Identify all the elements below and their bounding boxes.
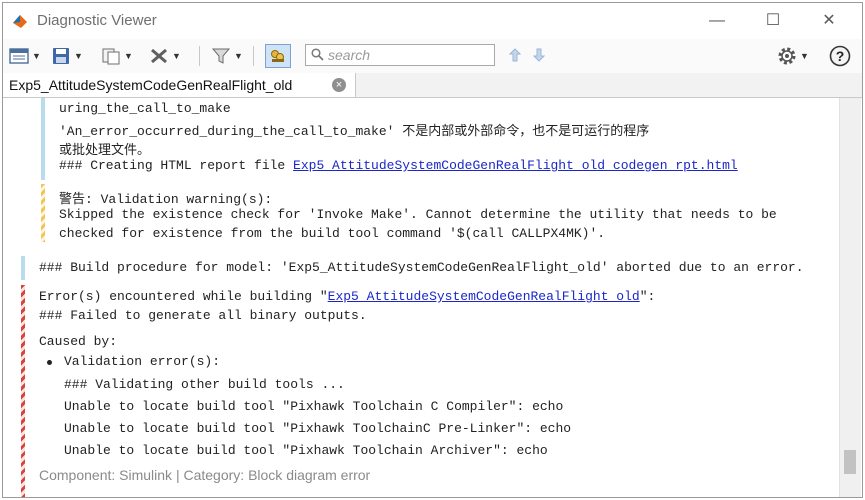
component-category-label: Component: Simulink | Category: Block di…	[39, 467, 371, 483]
validation-error-line: Validation error(s):	[64, 354, 221, 369]
tab-label: Exp5_AttitudeSystemCodeGenRealFlight_old	[9, 77, 293, 93]
title-bar: Diagnostic Viewer — ☐ ✕	[3, 3, 862, 39]
model-link[interactable]: Exp5_AttitudeSystemCodeGenRealFlight_old	[328, 289, 640, 304]
error-marker-bar	[21, 285, 25, 497]
scrollbar-thumb[interactable]	[844, 450, 856, 474]
save-icon	[53, 48, 69, 64]
help-label: ?	[836, 48, 845, 64]
chevron-down-icon: ▼	[32, 51, 41, 61]
info-marker-bar	[21, 256, 25, 280]
codegen-report-link[interactable]: Exp5_AttitudeSystemCodeGenRealFlight_old…	[293, 158, 738, 173]
warning-line: 警告: Validation warning(s):	[59, 192, 273, 207]
report-prefix: ### Creating HTML report file	[59, 158, 294, 173]
copy-menu-button[interactable]: ▼	[101, 45, 133, 67]
tab-close-icon[interactable]: ×	[332, 78, 346, 92]
search-icon	[311, 48, 324, 61]
view-menu-button[interactable]: ▼	[9, 45, 41, 67]
filter-menu-button[interactable]: ▼	[211, 45, 243, 67]
caused-by-label: Caused by:	[39, 334, 118, 349]
toolbar: ▼ ▼ ▼ ▼ ▼ search ▼ ?	[3, 39, 862, 73]
tab-strip: Exp5_AttitudeSystemCodeGenRealFlight_old…	[3, 73, 862, 98]
maximize-button[interactable]: ☐	[759, 9, 787, 33]
save-menu-button[interactable]: ▼	[51, 45, 83, 67]
up-arrow-icon[interactable]	[509, 48, 521, 62]
chevron-down-icon: ▼	[74, 51, 83, 61]
error-line: Error(s) encountered while building "Exp…	[39, 289, 655, 304]
vertical-scrollbar[interactable]	[839, 98, 861, 497]
clear-icon	[151, 48, 167, 64]
warning-marker-bar	[41, 184, 45, 242]
chevron-down-icon: ▼	[124, 51, 133, 61]
error-prefix: Error(s) encountered while building "	[39, 289, 328, 304]
error-line: ### Failed to generate all binary output…	[39, 308, 367, 323]
close-window-button[interactable]: ✕	[815, 9, 843, 33]
settings-icon	[778, 47, 796, 65]
error-suffix: ":	[639, 289, 656, 304]
warning-line: checked for existence from the build too…	[59, 226, 606, 241]
detail-line: Unable to locate build tool "Pixhawk Too…	[64, 399, 564, 414]
detail-line: Unable to locate build tool "Pixhawk Too…	[64, 421, 572, 436]
minimize-button[interactable]: —	[703, 9, 731, 33]
detail-line: Unable to locate build tool "Pixhawk Too…	[64, 443, 548, 458]
group-toggle-button[interactable]	[265, 44, 291, 68]
message-line: 'An_error_occurred_during_the_call_to_ma…	[59, 124, 650, 139]
clear-menu-button[interactable]: ▼	[149, 45, 181, 67]
window-title: Diagnostic Viewer	[37, 12, 157, 29]
search-box[interactable]	[305, 44, 495, 66]
toolbar-separator	[199, 46, 200, 66]
tab-exp5-model[interactable]: Exp5_AttitudeSystemCodeGenRealFlight_old…	[3, 73, 356, 97]
report-line: ### Creating HTML report file Exp5_Attit…	[59, 158, 738, 173]
chevron-down-icon: ▼	[172, 51, 181, 61]
warning-line: Skipped the existence check for 'Invoke …	[59, 207, 777, 222]
settings-menu-button[interactable]: ▼	[777, 45, 809, 67]
help-button[interactable]: ?	[829, 45, 851, 67]
filter-icon	[211, 48, 231, 64]
diagnostic-viewer-window: Diagnostic Viewer — ☐ ✕ ▼ ▼ ▼ ▼ ▼ search…	[2, 2, 863, 498]
down-arrow-icon[interactable]	[533, 48, 545, 62]
message-pane: uring_the_call_to_make 'An_error_occurre…	[3, 98, 839, 497]
bullet-icon	[47, 360, 52, 365]
search-input[interactable]	[328, 46, 488, 64]
chevron-down-icon: ▼	[234, 51, 243, 61]
help-icon: ?	[829, 45, 851, 67]
message-line: uring_the_call_to_make	[59, 101, 231, 116]
chevron-down-icon: ▼	[800, 51, 809, 61]
copy-icon	[102, 48, 120, 65]
info-marker-bar	[41, 98, 45, 180]
build-procedure-line: ### Build procedure for model: 'Exp5_Att…	[39, 260, 804, 275]
toolbar-separator	[253, 46, 254, 66]
detail-line: ### Validating other build tools ...	[64, 377, 345, 392]
message-line: 或批处理文件。	[59, 143, 151, 158]
view-icon	[9, 48, 29, 64]
group-icon	[271, 50, 284, 62]
matlab-app-icon	[13, 15, 27, 28]
